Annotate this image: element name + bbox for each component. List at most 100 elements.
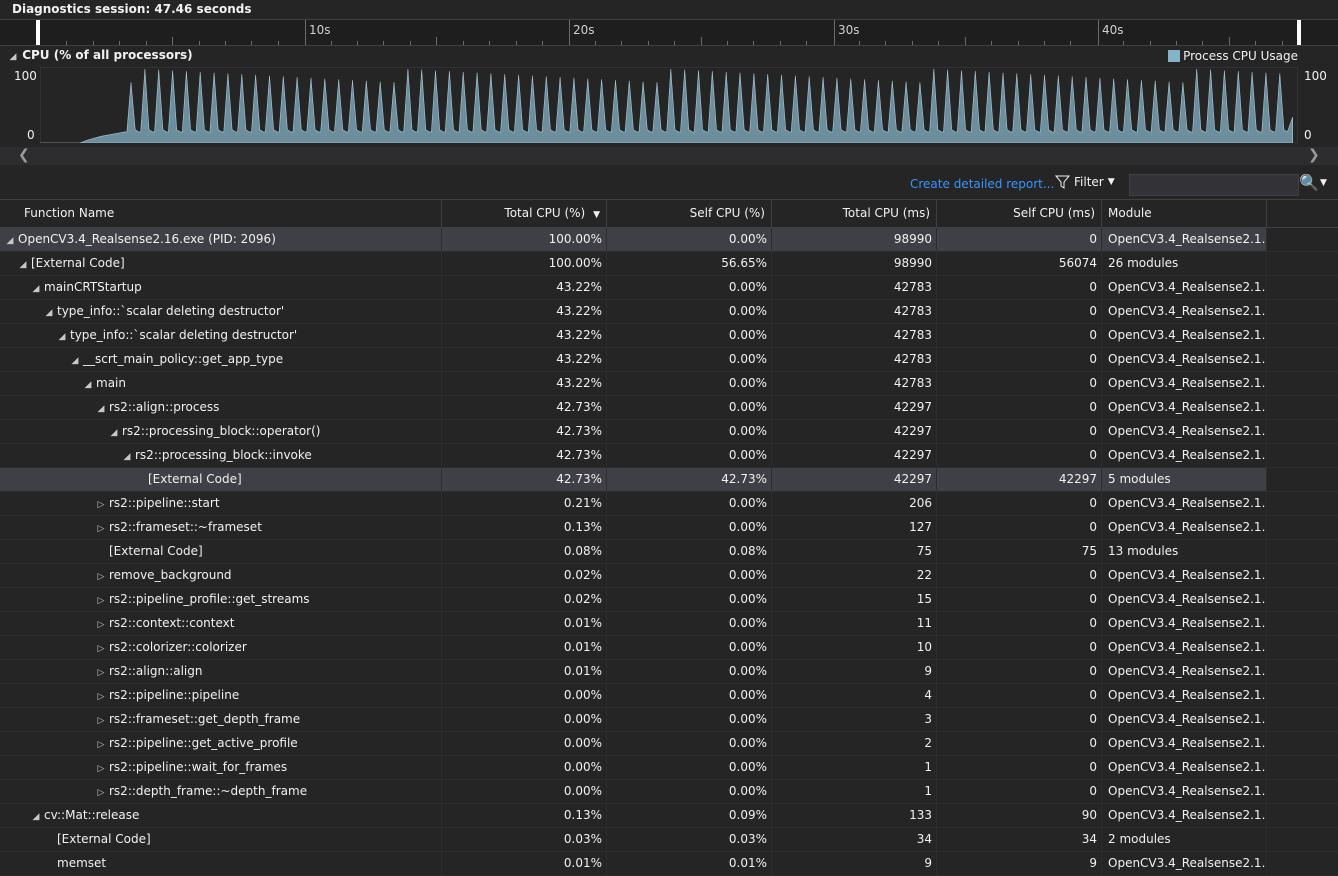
collapse-triangle-icon[interactable] [8, 52, 18, 62]
table-row[interactable]: [External Code] 0.08% 0.08% 75 75 13 modules [0, 540, 1338, 564]
expand-triangle-icon[interactable] [95, 638, 107, 659]
scroll-right-icon[interactable]: ❯ [1308, 147, 1320, 163]
function-name-cell: type_info::`scalar deleting destructor' [0, 324, 442, 347]
self-cpu-pct-cell: 0.00% [607, 708, 772, 731]
column-header-self-cpu-ms[interactable]: Self CPU (ms) [937, 200, 1102, 227]
table-row[interactable]: type_info::`scalar deleting destructor' 4… [0, 300, 1338, 324]
table-row[interactable]: [External Code] 42.73% 42.73% 42297 42297 5 m… [0, 468, 1338, 492]
column-header-module[interactable]: Module [1102, 200, 1267, 227]
grid-header: Function Name Total CPU (%) ▼ Self CPU (… [0, 199, 1338, 228]
expand-triangle-icon[interactable] [95, 566, 107, 587]
expand-triangle-icon[interactable] [95, 734, 107, 755]
table-row[interactable]: rs2::pipeline::start 0.21%0.00%2060OpenCV… [0, 492, 1338, 516]
ruler-minor-tick [1229, 37, 1230, 45]
collapse-triangle-icon[interactable] [69, 350, 81, 371]
ruler-minor-tick [1255, 41, 1256, 45]
expand-triangle-icon[interactable] [95, 614, 107, 635]
ruler-minor-tick [674, 41, 675, 45]
table-row[interactable]: [External Code] 0.03% 0.03% 34 34 2 modules [0, 828, 1338, 852]
table-row[interactable]: type_info::`scalar deleting destructor' 4… [0, 324, 1338, 348]
collapse-triangle-icon[interactable] [30, 806, 42, 827]
table-row[interactable]: remove_background 0.02%0.00%220OpenCV3.4_… [0, 564, 1338, 588]
expand-triangle-icon[interactable] [95, 782, 107, 803]
self-cpu-pct-cell: 0.08% [607, 540, 772, 563]
table-row[interactable]: rs2::align::process 42.73%0.00%422970Open… [0, 396, 1338, 420]
table-row[interactable]: OpenCV3.4_Realsense2.16.exe (PID: 2096) 1… [0, 228, 1338, 252]
self-cpu-ms-cell: 9 [937, 852, 1102, 875]
collapse-triangle-icon[interactable] [43, 302, 55, 323]
create-report-link[interactable]: Create detailed report... [910, 177, 1054, 191]
legend-swatch [1168, 50, 1181, 62]
collapse-triangle-icon[interactable] [17, 254, 29, 275]
expand-triangle-icon[interactable] [95, 590, 107, 611]
total-cpu-pct-cell: 0.00% [442, 732, 607, 755]
table-row[interactable]: rs2::frameset::get_depth_frame 0.00%0.00%… [0, 708, 1338, 732]
table-row[interactable]: rs2::processing_block::invoke 42.73%0.00%… [0, 444, 1338, 468]
collapse-triangle-icon[interactable] [4, 230, 16, 251]
module-cell: OpenCV3.4_Realsense2.1… [1102, 276, 1267, 299]
function-name-cell: rs2::pipeline::pipeline [0, 684, 442, 707]
expand-triangle-icon[interactable] [95, 662, 107, 683]
ruler-label: 20s [573, 23, 595, 37]
self-cpu-pct-cell: 0.00% [607, 492, 772, 515]
table-row[interactable]: memset 0.01% 0.01% 9 9 OpenCV3.4_Realsense2.1… [0, 852, 1338, 876]
search-icon[interactable]: 🔍 [1299, 173, 1319, 192]
total-cpu-pct-cell: 43.22% [442, 348, 607, 371]
expand-triangle-icon[interactable] [95, 494, 107, 515]
collapse-triangle-icon[interactable] [82, 374, 94, 395]
collapse-triangle-icon[interactable] [56, 326, 68, 347]
cpu-usage-chart[interactable] [40, 67, 1298, 143]
selection-end-handle[interactable] [1297, 20, 1301, 45]
self-cpu-pct-cell: 0.00% [607, 660, 772, 683]
search-options-chevron-icon[interactable]: ▼ [1320, 178, 1327, 188]
table-row[interactable]: rs2::pipeline::get_active_profile 0.00%0.… [0, 732, 1338, 756]
table-row[interactable]: rs2::colorizer::colorizer 0.01%0.00%100Op… [0, 636, 1338, 660]
column-header-total-cpu-ms[interactable]: Total CPU (ms) [772, 200, 937, 227]
table-row[interactable]: rs2::pipeline::pipeline0.00%0.00%40OpenC… [0, 684, 1338, 708]
table-row[interactable]: [External Code] 100.00%56.65%989905607426… [0, 252, 1338, 276]
expand-triangle-icon[interactable] [95, 758, 107, 779]
self-cpu-pct-cell: 0.00% [607, 420, 772, 443]
row-filler [1267, 852, 1338, 875]
collapse-triangle-icon[interactable] [95, 398, 107, 419]
total-cpu-pct-cell: 42.73% [442, 468, 607, 491]
column-header-self-cpu-pct[interactable]: Self CPU (%) [607, 200, 772, 227]
table-row[interactable]: mainCRTStartup 43.22%0.00%427830OpenCV3.4… [0, 276, 1338, 300]
self-cpu-pct-cell: 0.00% [607, 612, 772, 635]
collapse-triangle-icon[interactable] [121, 446, 133, 467]
cpu-chart-title[interactable]: CPU (% of all processors) [8, 48, 192, 64]
function-name-cell: rs2::pipeline::get_active_profile [0, 732, 442, 755]
expand-triangle-icon[interactable] [95, 518, 107, 539]
self-cpu-ms-cell: 56074 [937, 252, 1102, 275]
collapse-triangle-icon[interactable] [30, 278, 42, 299]
table-row[interactable]: rs2::depth_frame::~depth_frame 0.00%0.00%… [0, 780, 1338, 804]
table-row[interactable]: rs2::processing_block::operator()42.73%0… [0, 420, 1338, 444]
table-row[interactable]: rs2::pipeline::wait_for_frames 0.00%0.00%… [0, 756, 1338, 780]
column-header-label: Total CPU (%) [504, 206, 586, 220]
column-header-function-name[interactable]: Function Name [0, 200, 442, 227]
timeline-ruler[interactable]: 10s 20s 30s 40s [0, 19, 1338, 46]
table-row[interactable]: rs2::frameset::~frameset 0.13%0.00%1270Op… [0, 516, 1338, 540]
search-input[interactable] [1129, 174, 1299, 196]
ruler-minor-tick [357, 41, 358, 45]
table-row[interactable]: __scrt_main_policy::get_app_type 43.22%0.… [0, 348, 1338, 372]
table-row[interactable]: main 43.22%0.00%427830OpenCV3.4_Realsense… [0, 372, 1338, 396]
chart-scrollbar[interactable]: ❮ ❯ [0, 147, 1338, 165]
collapse-triangle-icon[interactable] [108, 422, 120, 443]
self-cpu-ms-cell: 0 [937, 660, 1102, 683]
total-cpu-pct-cell: 0.02% [442, 588, 607, 611]
self-cpu-pct-cell: 0.09% [607, 804, 772, 827]
total-cpu-ms-cell: 42783 [772, 324, 937, 347]
selection-start-handle[interactable] [36, 20, 40, 45]
ruler-minor-tick [489, 41, 490, 45]
table-row[interactable]: rs2::pipeline_profile::get_streams0.02%0… [0, 588, 1338, 612]
column-header-total-cpu-pct[interactable]: Total CPU (%) ▼ [442, 200, 607, 227]
expand-triangle-icon[interactable] [95, 710, 107, 731]
table-row[interactable]: rs2::context::context 0.01%0.00%110OpenCV… [0, 612, 1338, 636]
table-row[interactable]: cv::Mat::release 0.13%0.09%13390OpenCV3.4… [0, 804, 1338, 828]
scroll-left-icon[interactable]: ❮ [18, 147, 30, 163]
table-row[interactable]: rs2::align::align 0.01%0.00%90OpenCV3.4_R… [0, 660, 1338, 684]
expand-triangle-icon[interactable] [95, 686, 107, 707]
filter-button[interactable]: Filter ▼ [1055, 175, 1115, 189]
self-cpu-pct-cell: 0.00% [607, 516, 772, 539]
